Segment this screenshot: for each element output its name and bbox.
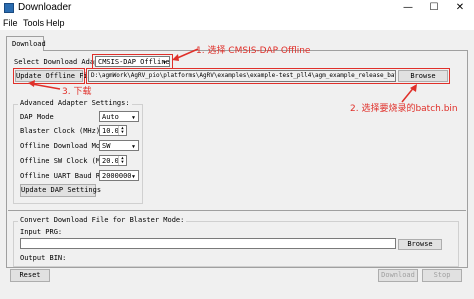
adapter-select[interactable]: CMSIS-DAP Offline ▼ [95,56,170,67]
offline-mode-value: SW [102,142,111,150]
window-title: Downloader [18,2,72,13]
offline-file-path-field[interactable]: D:\agmWork\AgRV_pio\platforms\AgRV\examp… [88,70,396,82]
menu-bar: File Tools Help [0,17,474,30]
blaster-clock-value: 10.0 [102,127,119,135]
separator [8,210,466,211]
dap-mode-value: Auto [102,113,119,121]
input-prg-field[interactable] [20,238,396,249]
blaster-clock-spinner[interactable]: 10.0 ▲ ▼ [99,125,127,136]
update-dap-settings-button[interactable]: Update DAP Settings [20,184,101,197]
menu-help[interactable]: Help [46,18,65,28]
stop-button[interactable]: Stop [422,269,462,282]
app-icon [4,3,14,13]
blaster-clock-label: Blaster Clock (MHz) [20,127,101,135]
spinner-arrows-icon[interactable]: ▲ ▼ [118,156,126,165]
spinner-arrows-icon[interactable]: ▲ ▼ [118,126,126,135]
maximize-button[interactable]: ☐ [420,0,448,16]
convert-title: Convert Download File for Blaster Mode: [18,216,187,224]
tab-download[interactable]: Download [6,36,46,51]
chevron-down-icon: ▼ [131,144,135,150]
chevron-down-icon: ▼ [162,60,166,66]
reset-button[interactable]: Reset [10,269,50,282]
offline-sw-clock-value: 20.0 [102,157,119,165]
offline-sw-clock-spinner[interactable]: 20.0 ▲ ▼ [99,155,127,166]
output-bin-label: Output BIN: [20,254,67,262]
close-button[interactable]: ✕ [446,0,474,16]
browse-offline-file-button[interactable]: Browse [398,70,448,82]
menu-tools[interactable]: Tools [23,18,44,28]
adapter-select-value: CMSIS-DAP Offline [98,58,170,66]
annotation-step1: 1. 选择 CMSIS-DAP Offline [196,46,311,56]
menu-file[interactable]: File [3,18,18,28]
minimize-button[interactable]: — [394,0,422,16]
advanced-settings-title: Advanced Adapter Settings: [18,99,132,107]
offline-mode-label: Offline Download Mode [20,142,109,150]
input-prg-label: Input PRG: [20,228,63,236]
chevron-down-icon: ▼ [131,174,135,180]
offline-uart-select[interactable]: 2000000 ▼ [99,170,139,181]
dap-mode-label: DAP Mode [20,113,54,121]
chevron-down-icon: ▼ [131,115,135,121]
annotation-arrow-3 [28,80,61,90]
dap-mode-select[interactable]: Auto ▼ [99,111,139,122]
annotation-step2: 2. 选择要烧录的batch.bin [350,104,458,114]
annotation-step3: 3. 下载 [62,87,92,97]
download-button[interactable]: Download [378,269,418,282]
offline-uart-value: 2000000 [102,172,132,180]
offline-mode-select[interactable]: SW ▼ [99,140,139,151]
browse-input-button[interactable]: Browse [398,239,442,250]
